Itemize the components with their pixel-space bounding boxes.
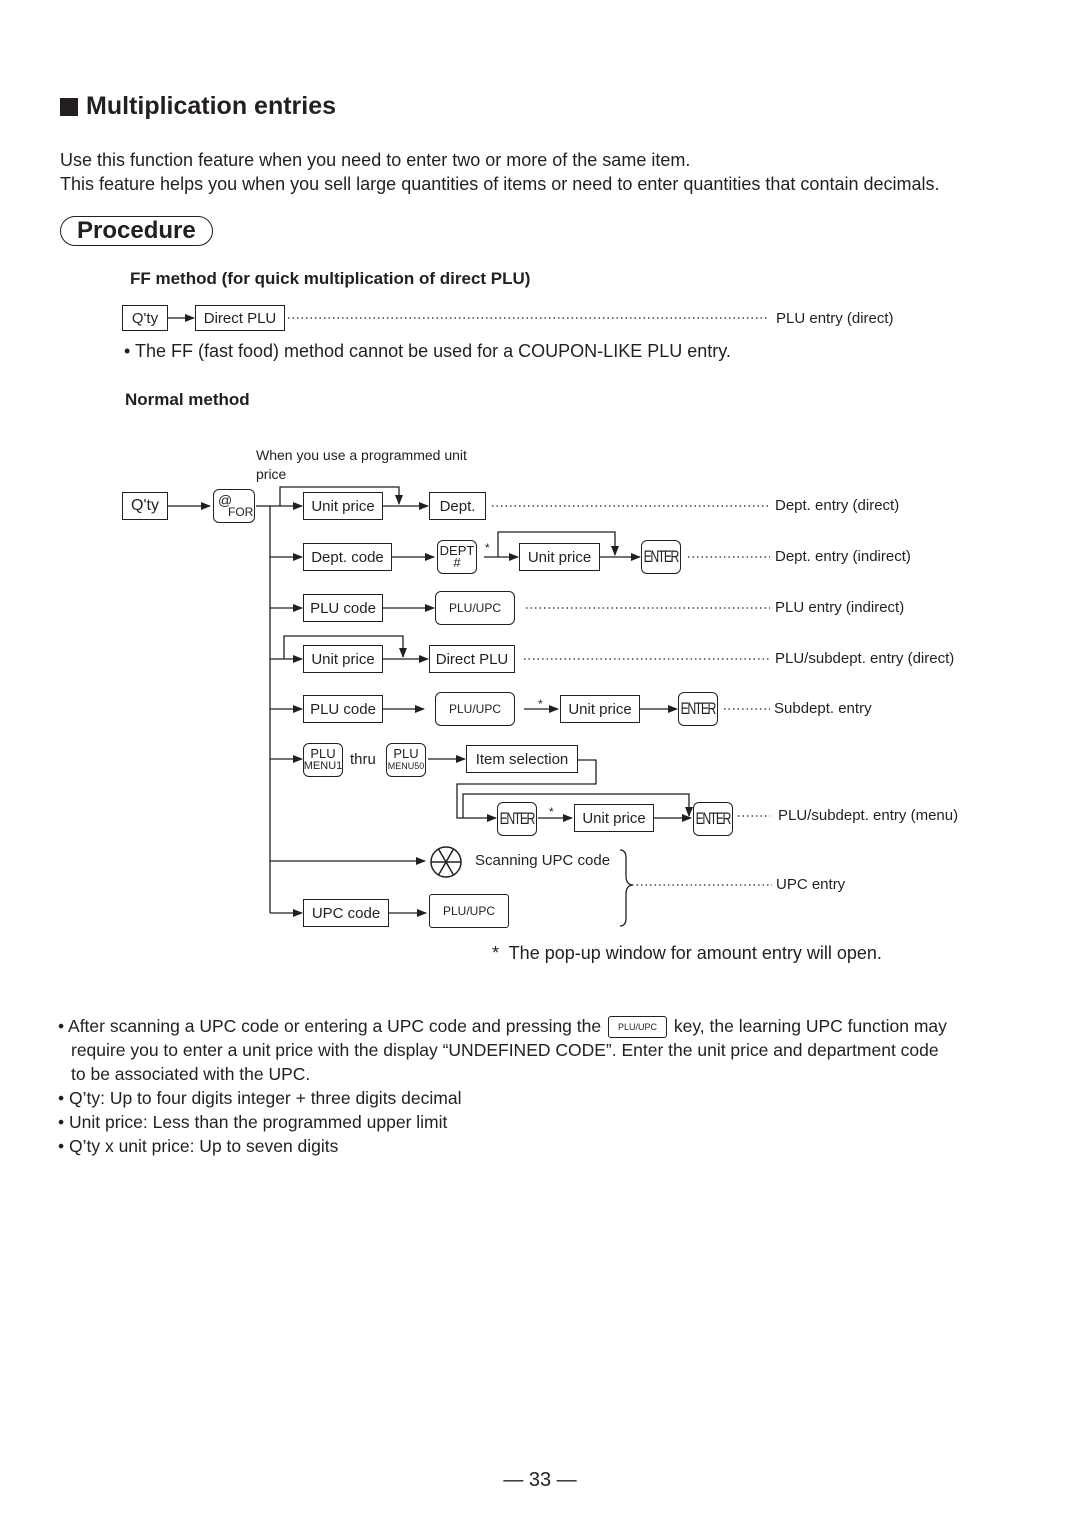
page-number: — 33 — <box>503 1469 577 1491</box>
bullet-qty-x-unit-price: • Q’ty x unit price: Up to seven digits <box>58 1136 339 1156</box>
bullet-learning-upc-line3: to be associated with the UPC. <box>71 1064 311 1084</box>
upc-code-box: UPC code <box>303 899 389 927</box>
plu-upc-key: PLU/UPC <box>435 692 515 726</box>
enter-key: ENTER <box>678 692 718 726</box>
plu-subdept-entry-direct-label: PLU/subdept. entry (direct) <box>775 650 955 667</box>
at-for-key: @ FOR <box>213 489 255 523</box>
direct-plu-box: Direct PLU <box>195 305 285 331</box>
asterisk-mark: * <box>549 805 554 819</box>
unit-price-box: Unit price <box>519 543 600 571</box>
unit-price-box: Unit price <box>303 645 383 673</box>
plu-menu50-key: PLU MENU50 <box>386 743 426 777</box>
dept-entry-direct-label: Dept. entry (direct) <box>775 497 900 514</box>
unit-price-box: Unit price <box>560 695 640 723</box>
bullet-qty-limit: • Q’ty: Up to four digits integer + thre… <box>58 1088 462 1108</box>
enter-key: ENTER <box>497 802 537 836</box>
unit-price-box: Unit price <box>303 492 383 520</box>
enter-key: ENTER <box>641 540 681 574</box>
subdept-entry-label: Subdept. entry <box>774 700 872 717</box>
plu-menu1-key: PLU MENU1 <box>303 743 343 777</box>
plu-upc-key: PLU/UPC <box>429 894 509 928</box>
plu-code-box: PLU code <box>303 695 383 723</box>
dept-code-box: Dept. code <box>303 543 392 571</box>
asterisk-mark: * <box>485 541 490 555</box>
scanner-icon <box>430 846 462 878</box>
dept-entry-indirect-label: Dept. entry (indirect) <box>775 548 911 565</box>
item-selection-box: Item selection <box>466 745 578 773</box>
direct-plu-box: Direct PLU <box>429 645 515 673</box>
dept-box: Dept. <box>429 492 486 520</box>
plu-upc-key: PLU/UPC <box>435 591 515 625</box>
ff-result-label: PLU entry (direct) <box>776 310 894 327</box>
asterisk-footnote: * The pop-up window for amount entry wil… <box>492 943 882 963</box>
thru-label: thru <box>350 751 376 768</box>
unit-price-box: Unit price <box>574 804 654 832</box>
bullet-learning-upc-line2: require you to enter a unit price with t… <box>71 1040 939 1060</box>
programmed-unit-price-note: When you use a programmed unit price <box>256 447 467 482</box>
bullet-learning-upc: • After scanning a UPC code or entering … <box>58 1014 1028 1039</box>
qty-box: Q'ty <box>122 305 168 331</box>
asterisk-mark: * <box>538 697 543 711</box>
plu-upc-key-inline: PLU/UPC <box>607 1016 667 1039</box>
bullet-unit-price-limit: • Unit price: Less than the programmed u… <box>58 1112 448 1132</box>
scanning-upc-code-label: Scanning UPC code <box>475 852 611 869</box>
qty-box: Q'ty <box>122 492 168 520</box>
plu-entry-indirect-label: PLU entry (indirect) <box>775 599 905 616</box>
plu-code-box: PLU code <box>303 594 383 622</box>
upc-entry-label: UPC entry <box>776 876 846 893</box>
ff-note: • The FF (fast food) method cannot be us… <box>124 341 731 361</box>
normal-method-heading: Normal method <box>125 390 250 409</box>
dept-hash-key: DEPT # <box>437 540 477 574</box>
enter-key: ENTER <box>693 802 733 836</box>
plu-subdept-entry-menu-label: PLU/subdept. entry (menu) <box>778 807 959 824</box>
